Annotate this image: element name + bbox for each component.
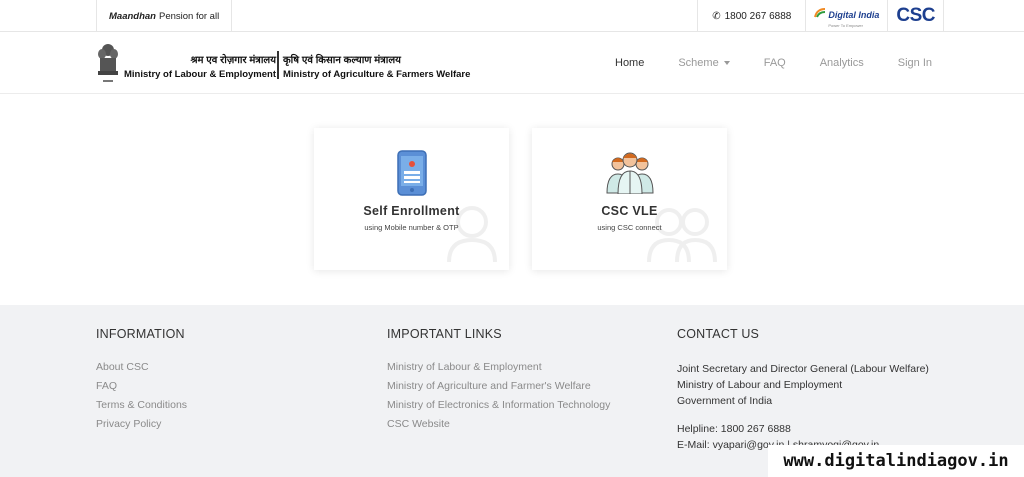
footer-contact-heading: CONTACT US — [677, 327, 760, 341]
contact-line: Government of India — [677, 395, 773, 407]
ministry-agriculture-hindi: कृषि एवं किसान कल्याण मंत्रालय — [283, 55, 401, 66]
digital-india-text: Digital India — [828, 9, 880, 20]
footer-link-csc-website[interactable]: CSC Website — [387, 418, 610, 431]
nav-home[interactable]: Home — [615, 57, 644, 69]
footer-information: INFORMATION About CSC FAQ Terms & Condit… — [96, 327, 187, 437]
footer-link-meity[interactable]: Ministry of Electronics & Information Te… — [387, 399, 610, 412]
chevron-down-icon — [723, 61, 730, 65]
footer-link-privacy[interactable]: Privacy Policy — [96, 418, 187, 431]
csc-logo[interactable]: CSC — [888, 0, 944, 32]
footer-contact: CONTACT US Joint Secretary and Director … — [677, 327, 929, 453]
nav-scheme[interactable]: Scheme — [678, 57, 730, 69]
main-nav: Home Scheme FAQ Analytics Sign In — [581, 32, 932, 94]
main-content: Self Enrollment using Mobile number & OT… — [0, 94, 1024, 305]
mobile-phone-icon — [396, 150, 427, 196]
phone-text: 1800 267 6888 — [724, 10, 792, 22]
footer-link-faq[interactable]: FAQ — [96, 380, 187, 393]
user-watermark-icon — [447, 206, 497, 263]
nav-faq[interactable]: FAQ — [764, 57, 786, 69]
top-right: ✆ 1800 267 6888 Digital India Power To E… — [697, 0, 944, 32]
phone-number[interactable]: ✆ 1800 267 6888 — [697, 0, 807, 32]
footer-important-links-heading: IMPORTANT LINKS — [387, 327, 502, 341]
group-users-icon — [605, 152, 654, 194]
phone-icon: ✆ — [712, 10, 721, 22]
national-emblem-icon — [98, 44, 118, 82]
tagline-text: Pension for all — [158, 10, 220, 22]
ministry-labour: श्रम एव रोज़गार मंत्रालय Ministry of Lab… — [124, 52, 276, 80]
contact-line: Ministry of Labour and Employment — [677, 379, 843, 391]
ministry-labour-hindi: श्रम एव रोज़गार मंत्रालय — [190, 55, 277, 66]
footer-link-labour-ministry[interactable]: Ministry of Labour & Employment — [387, 361, 610, 374]
contact-line: Joint Secretary and Director General (La… — [677, 363, 929, 375]
digital-india-logo[interactable]: Digital India Power To Empower — [806, 0, 889, 32]
footer-link-terms[interactable]: Terms & Conditions — [96, 399, 187, 412]
header: श्रम एव रोज़गार मंत्रालय Ministry of Lab… — [0, 32, 1024, 94]
footer-information-heading: INFORMATION — [96, 327, 185, 341]
ministry-divider — [277, 51, 279, 79]
ministry-agriculture: कृषि एवं किसान कल्याण मंत्रालय Ministry … — [283, 52, 470, 80]
footer-link-agriculture-ministry[interactable]: Ministry of Agriculture and Farmer's Wel… — [387, 380, 610, 393]
self-enrollment-card[interactable]: Self Enrollment using Mobile number & OT… — [314, 128, 509, 270]
top-bar: Maandhan Pension for all ✆ 1800 267 6888… — [0, 0, 1024, 32]
nav-scheme-label: Scheme — [678, 57, 719, 69]
users-watermark-icon — [647, 208, 717, 263]
csc-vle-card[interactable]: CSC VLE using CSC connect — [532, 128, 727, 270]
footer-link-about-csc[interactable]: About CSC — [96, 361, 187, 374]
ministry-agriculture-english: Ministry of Agriculture & Farmers Welfar… — [283, 69, 471, 80]
contact-spacer — [677, 409, 929, 421]
contact-helpline: Helpline: 1800 267 6888 — [677, 423, 791, 435]
site-watermark: www.digitalindiagov.in — [768, 445, 1024, 477]
nav-analytics[interactable]: Analytics — [820, 57, 864, 69]
nav-sign-in[interactable]: Sign In — [898, 57, 932, 69]
digital-india-subtext: Power To Empower — [828, 22, 863, 28]
tagline-brand: Maandhan — [109, 10, 156, 22]
tagline: Maandhan Pension for all — [96, 0, 233, 32]
digital-india-mark-icon — [814, 8, 826, 18]
ministry-labour-english: Ministry of Labour & Employment — [124, 69, 277, 80]
footer-important-links: IMPORTANT LINKS Ministry of Labour & Emp… — [387, 327, 610, 437]
